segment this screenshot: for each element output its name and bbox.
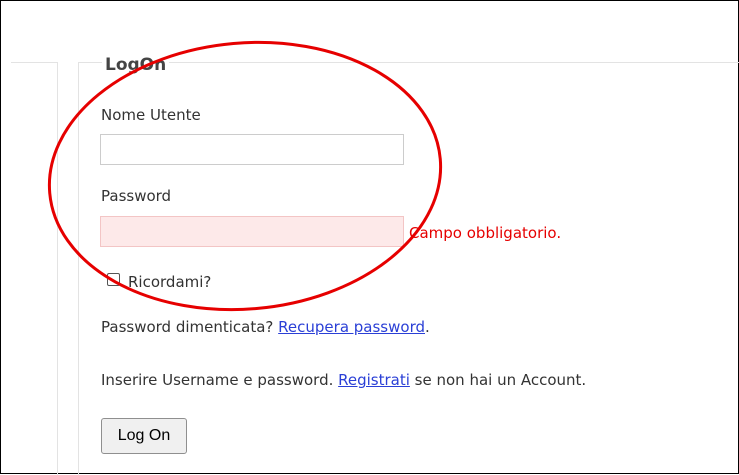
register-line: Inserire Username e password. Registrati…: [101, 371, 586, 389]
recover-password-link[interactable]: Recupera password: [278, 318, 425, 336]
log-on-button[interactable]: Log On: [101, 418, 187, 454]
register-prefix-text: Inserire Username e password.: [101, 371, 339, 389]
password-error-message: Campo obbligatorio.: [409, 224, 562, 242]
username-label: Nome Utente: [101, 106, 201, 124]
forgot-password-suffix: .: [425, 318, 430, 336]
username-input[interactable]: [100, 134, 404, 165]
password-label: Password: [101, 187, 172, 205]
register-suffix-text: se non hai un Account.: [409, 371, 587, 389]
remember-me-checkbox[interactable]: [107, 273, 120, 286]
side-panel: [11, 62, 58, 475]
forgot-password-text: Password dimenticata?: [101, 318, 279, 336]
register-link[interactable]: Registrati: [338, 371, 410, 389]
forgot-password-line: Password dimenticata? Recupera password.: [101, 318, 430, 336]
form-legend: LogOn: [102, 55, 170, 75]
password-input[interactable]: [100, 216, 404, 247]
remember-me-label: Ricordami?: [128, 273, 212, 291]
